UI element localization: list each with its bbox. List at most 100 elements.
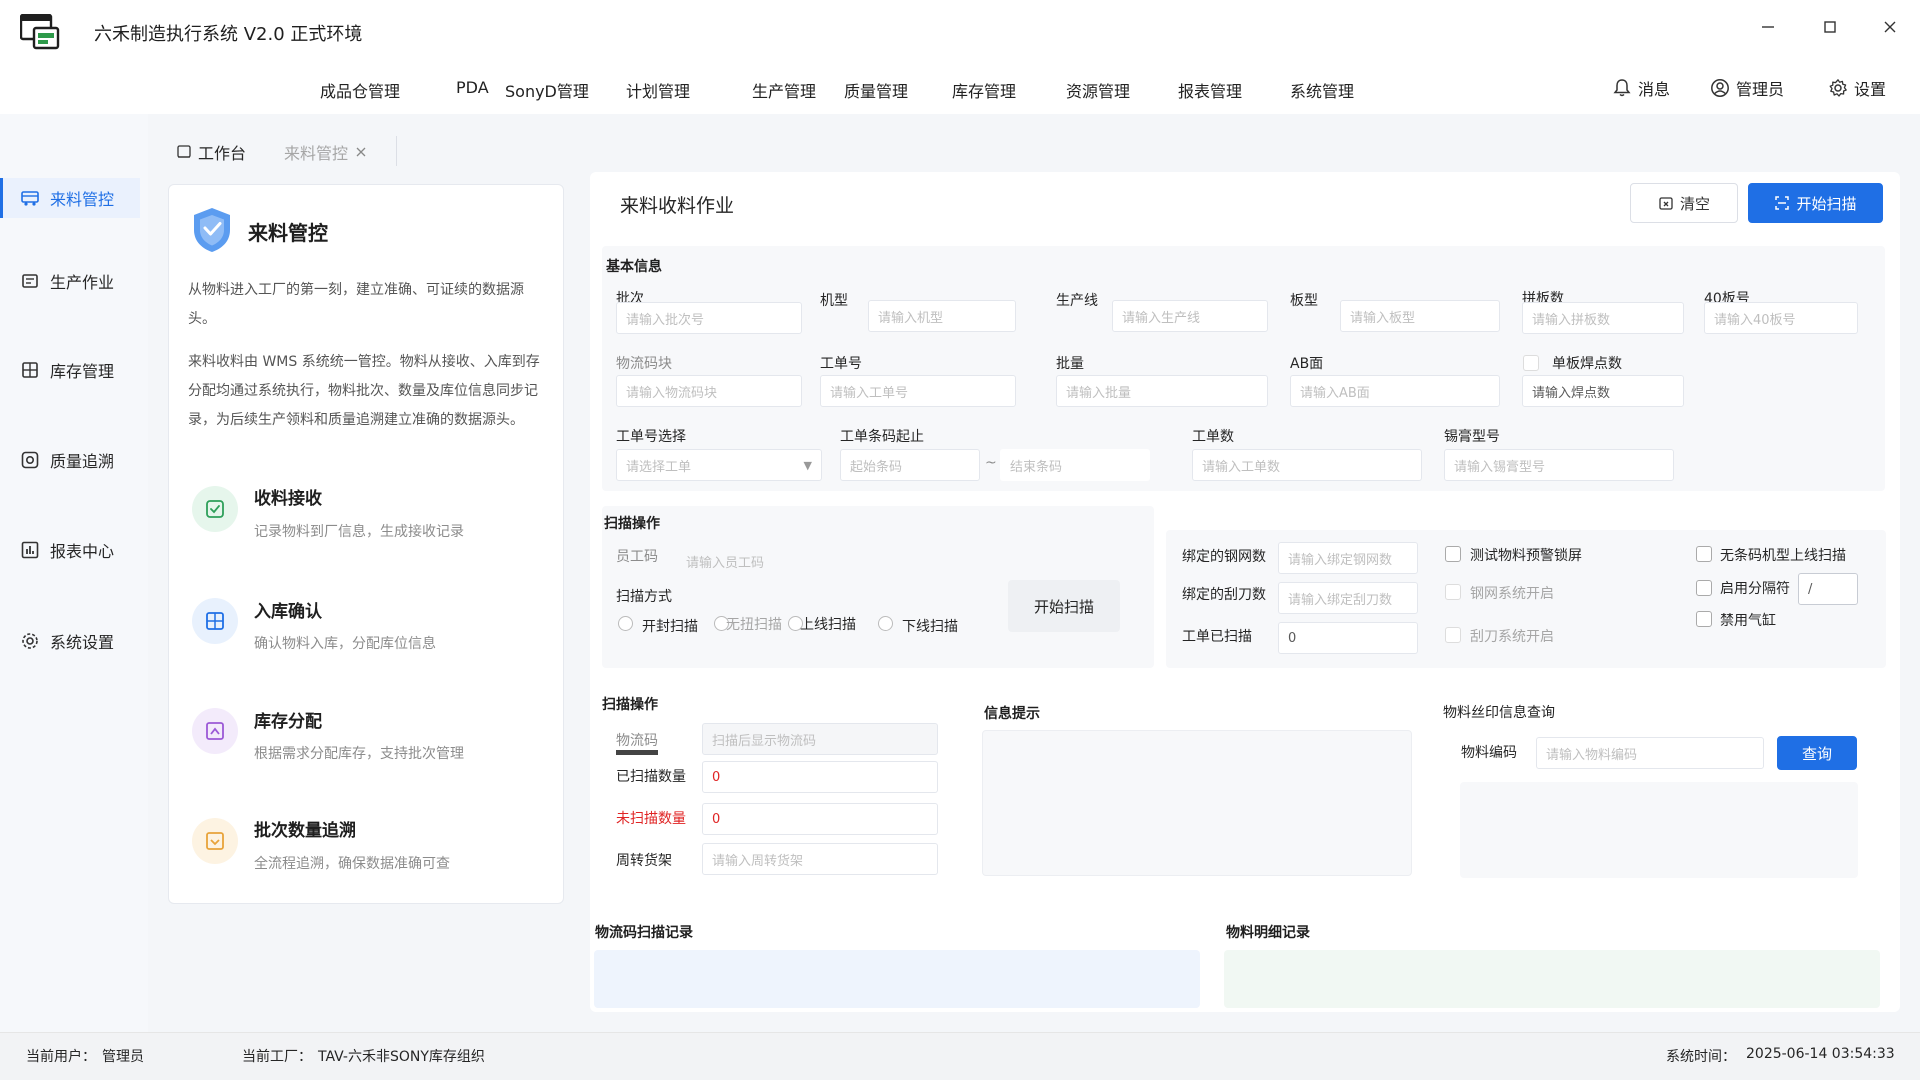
chevron-down-icon: ▼ [803, 458, 812, 472]
clear-button[interactable]: 清空 [1630, 183, 1738, 223]
section-scan-ops: 扫描操作 [604, 516, 660, 532]
status-time-label: 系统时间： [1666, 1049, 1736, 1065]
solder-paste-label: 锡膏型号 [1444, 429, 1500, 445]
menu-item-sony[interactable]: SonyD管理 [505, 78, 589, 102]
sidebar-item-production[interactable]: 生产作业 [0, 261, 140, 301]
solder-points-input[interactable]: 请输入焊点数 [1522, 375, 1684, 407]
gear-icon [1829, 79, 1847, 97]
board-type-input[interactable]: 请输入板型 [1340, 300, 1500, 332]
quantity-input[interactable]: 请输入批量 [1056, 375, 1268, 407]
board40-input[interactable]: 请输入40板号 [1704, 302, 1858, 334]
scan-start-button[interactable]: 开始扫描 [1008, 580, 1120, 632]
batch-input[interactable]: 请输入批次号 [616, 302, 802, 334]
feature-title-trace: 批次数量追溯 [254, 821, 356, 841]
query-button[interactable]: 查询 [1777, 736, 1857, 770]
model-input[interactable]: 请输入机型 [868, 300, 1016, 332]
sidebar [0, 114, 148, 1032]
menu-item-quality[interactable]: 质量管理 [844, 78, 908, 102]
panel-count-input[interactable]: 请输入拼板数 [1522, 302, 1684, 334]
sidebar-item-reports[interactable]: 报表中心 [0, 530, 140, 570]
user-menu-button[interactable]: 管理员 [1710, 76, 1784, 100]
main-title: 来料收料作业 [620, 195, 735, 217]
feature-desc-entry: 确认物料入库，分配库位信息 [254, 636, 436, 652]
bound-stencil-input[interactable]: 请输入绑定钢网数 [1278, 542, 1418, 574]
work-order-input[interactable]: 请输入工单号 [820, 375, 1016, 407]
material-code-label: 物料编码 [1461, 745, 1517, 761]
logistics-records-table [594, 950, 1200, 1008]
maximize-button[interactable] [1810, 12, 1850, 42]
messages-button[interactable]: 消息 [1612, 76, 1670, 100]
trace-icon [21, 451, 39, 469]
tab-workbench[interactable]: 工作台 [176, 138, 246, 166]
solder-paste-input[interactable]: 请输入锡膏型号 [1444, 449, 1674, 481]
barcode-start-input[interactable]: 起始条码 [840, 449, 980, 481]
checkbox-disable-cylinder[interactable] [1696, 611, 1712, 627]
ab-side-input[interactable]: 请输入AB面 [1290, 375, 1500, 407]
checkbox-blade-system[interactable] [1445, 627, 1461, 643]
scanned-qty-input[interactable]: 0 [702, 761, 938, 793]
scan-mode-radio-open[interactable] [618, 616, 633, 631]
barcode-end-input[interactable]: 结束条码 [1000, 449, 1150, 481]
work-order-label: 工单号 [820, 356, 862, 372]
menu-item-pda[interactable]: PDA [456, 78, 489, 97]
start-scan-label: 开始扫描 [1796, 194, 1857, 213]
minimize-button[interactable] [1748, 12, 1788, 42]
scanned-orders-input[interactable]: 0 [1278, 622, 1418, 654]
checkbox-no-barcode[interactable] [1696, 546, 1712, 562]
card-title: 来料管控 [248, 221, 328, 245]
sidebar-item-quality-trace[interactable]: 质量追溯 [0, 440, 140, 480]
logistics-code-label: 物流码 [616, 733, 658, 749]
employee-input[interactable]: 请输入员工码 [676, 545, 836, 577]
tab-label: 工作台 [198, 144, 247, 163]
settings-button[interactable]: 设置 [1828, 76, 1886, 100]
unscanned-qty-input[interactable]: 0 [702, 803, 938, 835]
scan-mode-radio-offline[interactable] [878, 616, 893, 631]
close-window-button[interactable] [1870, 12, 1910, 42]
material-code-input[interactable]: 请输入物料编码 [1536, 737, 1764, 769]
checkbox-test-warning[interactable] [1445, 546, 1461, 562]
scan-mode-notwist-label: 无扭扫描 [726, 617, 782, 633]
scanned-qty-label: 已扫描数量 [616, 769, 686, 785]
menu-item-inventory[interactable]: 库存管理 [952, 78, 1016, 102]
bound-blade-input[interactable]: 请输入绑定刮刀数 [1278, 582, 1418, 614]
checkbox-test-warning-label: 测试物料预警锁屏 [1470, 548, 1582, 564]
separator-input[interactable]: / [1798, 573, 1858, 605]
sidebar-item-incoming[interactable]: 来料管控 [0, 178, 140, 218]
checkbox-separator[interactable] [1696, 580, 1712, 596]
menu-item-production[interactable]: 生产管理 [752, 78, 816, 102]
menu-item-finished-goods[interactable]: 成品仓管理 [320, 78, 400, 102]
logistics-block-label: 物流码块 [616, 356, 672, 372]
allocation-icon [192, 708, 238, 754]
sidebar-label: 库存管理 [50, 362, 115, 381]
status-factory-value: TAV-六禾非SONY库存组织 [318, 1049, 485, 1065]
silk-query-title: 物料丝印信息查询 [1443, 705, 1555, 721]
sidebar-item-settings[interactable]: 系统设置 [0, 621, 140, 661]
menu-item-resources[interactable]: 资源管理 [1066, 78, 1130, 102]
logistics-code-input[interactable]: 扫描后显示物流码 [702, 723, 938, 755]
line-input[interactable]: 请输入生产线 [1112, 300, 1268, 332]
status-time-value: 2025-06-14 03:54:33 [1746, 1046, 1895, 1062]
start-scan-button[interactable]: 开始扫描 [1748, 183, 1883, 223]
feature-title-receive: 收料接收 [254, 489, 322, 509]
menu-item-system[interactable]: 系统管理 [1290, 78, 1354, 102]
scanned-orders-label: 工单已扫描 [1182, 629, 1252, 645]
close-tab-icon[interactable] [354, 145, 368, 159]
feature-title-allocation: 库存分配 [254, 712, 322, 732]
work-order-count-input[interactable]: 请输入工单数 [1192, 449, 1422, 481]
menu-item-reports[interactable]: 报表管理 [1178, 78, 1242, 102]
warehouse-icon [22, 362, 38, 378]
checkbox-stencil-system-label: 钢网系统开启 [1470, 586, 1554, 602]
barcode-range-label: 工单条码起止 [840, 429, 924, 445]
feature-title-entry: 入库确认 [254, 602, 322, 622]
solder-points-checkbox[interactable] [1523, 355, 1539, 371]
section-scan-result: 扫描操作 [602, 697, 658, 713]
rack-input[interactable]: 请输入周转货架 [702, 843, 938, 875]
logistics-block-input[interactable]: 请输入物流码块 [616, 375, 802, 407]
menu-item-planning[interactable]: 计划管理 [626, 78, 690, 102]
tab-incoming-control[interactable]: 来料管控 [284, 138, 368, 166]
card-description: 来料收料由 WMS 系统统一管控。物料从接收、入库到存分配均通过系统执行，物料批… [188, 354, 540, 428]
material-records-title: 物料明细记录 [1226, 925, 1310, 941]
checkbox-stencil-system[interactable] [1445, 584, 1461, 600]
sidebar-item-inventory[interactable]: 库存管理 [0, 350, 140, 390]
work-order-select[interactable]: 请选择工单 ▼ [616, 449, 822, 481]
